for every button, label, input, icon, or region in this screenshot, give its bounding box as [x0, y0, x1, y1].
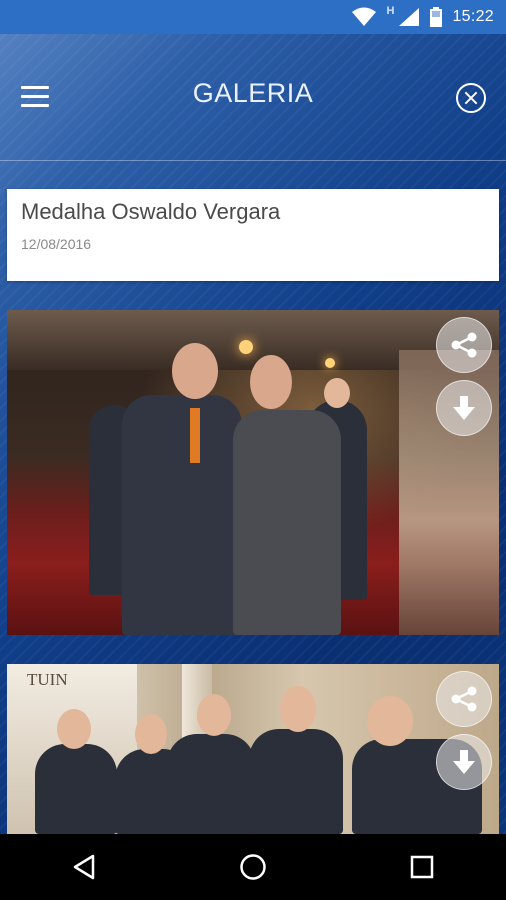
- download-icon[interactable]: [436, 734, 492, 790]
- signal-icon: [398, 7, 420, 27]
- download-icon[interactable]: [436, 380, 492, 436]
- share-icon[interactable]: [436, 671, 492, 727]
- header-divider: [0, 160, 506, 161]
- photo-person: [167, 734, 255, 834]
- photo-light: [325, 358, 335, 368]
- app-header: GALERIA: [0, 34, 506, 161]
- photo-person-head: [135, 714, 167, 754]
- clock: 15:22: [452, 8, 494, 25]
- album-title: Medalha Oswaldo Vergara: [21, 199, 281, 224]
- album-info-card: Medalha Oswaldo Vergara 12/08/2016: [7, 189, 499, 281]
- photo-person-head: [324, 378, 350, 408]
- photo-store-sign: TUIN: [27, 670, 68, 689]
- wifi-icon: [351, 7, 377, 27]
- system-nav-bar: [0, 834, 506, 900]
- photo-person-head: [197, 694, 231, 736]
- network-type-label: H: [386, 5, 395, 17]
- share-icon[interactable]: [436, 317, 492, 373]
- photo-person: [35, 744, 117, 834]
- photo-person-main: [233, 410, 341, 635]
- photo-person-head: [250, 355, 292, 409]
- status-bar: H 15:22: [0, 0, 506, 34]
- battery-icon: [430, 7, 443, 27]
- home-icon[interactable]: [223, 842, 283, 892]
- recents-icon[interactable]: [392, 842, 452, 892]
- album-date: 12/08/2016: [21, 236, 92, 252]
- photo-tie: [190, 408, 200, 463]
- gallery-photo-2[interactable]: TUIN: [7, 664, 499, 834]
- photo-person-head: [280, 686, 316, 732]
- photo-person-head: [367, 696, 413, 746]
- close-circle-icon[interactable]: [456, 83, 486, 113]
- photo-light: [239, 340, 253, 354]
- hamburger-menu-icon[interactable]: [21, 86, 49, 108]
- photo-person-head: [172, 343, 218, 399]
- photo-person: [249, 729, 343, 834]
- photo-person-main: [122, 395, 242, 635]
- back-icon[interactable]: [54, 842, 114, 892]
- photo-person-head: [57, 709, 91, 749]
- gallery-photo-1[interactable]: [7, 310, 499, 635]
- page-title: GALERIA: [192, 78, 314, 108]
